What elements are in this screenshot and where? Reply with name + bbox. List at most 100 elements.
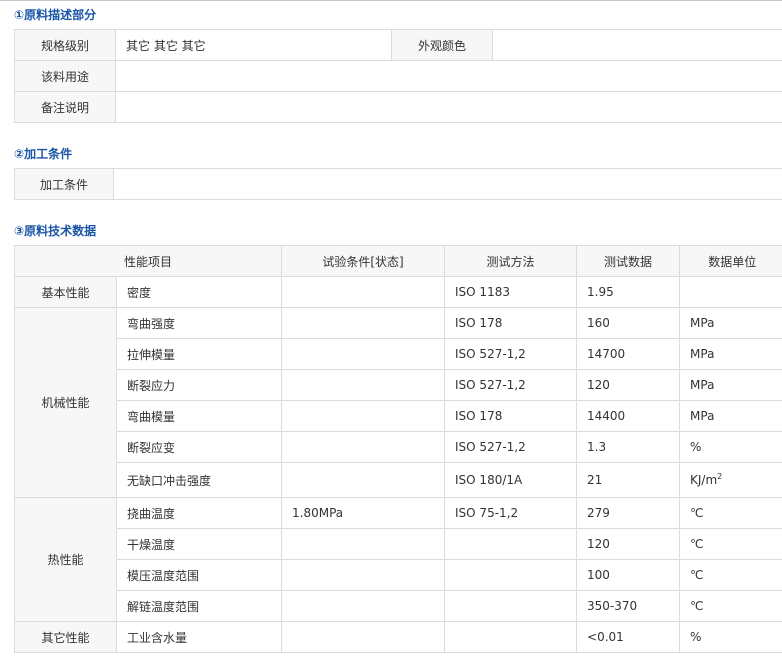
test-condition (281, 590, 446, 622)
property-name: 断裂应变 (115, 431, 283, 463)
data-unit: KJ/m2 (679, 462, 782, 498)
test-value: 1.95 (576, 276, 681, 308)
table-row: 模压温度范围 100 ℃ (15, 559, 782, 591)
data-unit: ℃ (679, 559, 782, 591)
group-name: 机械性能 (14, 307, 117, 498)
test-condition: 1.80MPa (281, 497, 446, 529)
table-row: 无缺口冲击强度 ISO 180/1A 21 KJ/m2 (15, 462, 782, 498)
unit-base: KJ/m (690, 473, 718, 487)
top-divider (0, 0, 782, 1)
property-name: 密度 (115, 276, 283, 308)
property-name: 干燥温度 (115, 528, 283, 560)
description-row-use: 该料用途 (14, 60, 782, 92)
group-name: 基本性能 (14, 276, 117, 308)
section-title-process: ②加工条件 (14, 147, 73, 161)
use-label: 该料用途 (14, 60, 116, 92)
use-value (115, 60, 782, 92)
test-condition (281, 400, 446, 432)
data-unit: MPa (679, 400, 782, 432)
section-title-description: ①原料描述部分 (14, 8, 97, 22)
header-method: 测试方法 (444, 245, 578, 277)
table-row: 基本性能 密度 ISO 1183 1.95 (14, 276, 782, 308)
test-method: ISO 178 (444, 307, 578, 339)
test-condition (281, 559, 446, 591)
test-condition (281, 276, 446, 308)
property-name: 弯曲模量 (115, 400, 283, 432)
data-unit: ℃ (679, 497, 782, 529)
color-value (492, 29, 782, 61)
test-condition (281, 621, 446, 653)
test-method (444, 528, 578, 560)
tech-header-row: 性能项目 试验条件[状态] 测试方法 测试数据 数据单位 (13, 245, 782, 277)
tech-data-body: 基本性能 密度 ISO 1183 1.95 机械性能 弯曲强度 ISO 178 160 MPa 拉… (14, 276, 782, 653)
description-table: 规格级别 其它 其它 其它 外观颜色 该料用途 备注说明 (14, 29, 782, 123)
test-method: ISO 178 (444, 400, 578, 432)
test-method (444, 621, 578, 653)
note-value (115, 91, 782, 123)
property-name: 解链温度范围 (115, 590, 283, 622)
header-data: 测试数据 (576, 245, 681, 277)
test-condition (281, 369, 446, 401)
color-label: 外观颜色 (391, 29, 493, 61)
table-row: 机械性能 弯曲强度 ISO 178 160 MPa (14, 307, 782, 498)
test-condition (281, 462, 446, 498)
test-method: ISO 75-1,2 (444, 497, 578, 529)
data-unit: % (679, 621, 782, 653)
table-row: 解链温度范围 350-370 ℃ (15, 590, 782, 622)
data-unit: MPa (679, 338, 782, 370)
table-row: 弯曲模量 ISO 178 14400 MPa (15, 400, 782, 432)
table-row: 干燥温度 120 ℃ (15, 528, 782, 560)
test-method: ISO 527-1,2 (444, 431, 578, 463)
test-value: 1.3 (576, 431, 681, 463)
test-condition (281, 338, 446, 370)
test-value: 100 (576, 559, 681, 591)
test-value: 14400 (576, 400, 681, 432)
test-value: 14700 (576, 338, 681, 370)
group-name: 其它性能 (14, 621, 117, 653)
table-row: 断裂应变 ISO 527-1,2 1.3% (15, 431, 782, 463)
spec-value: 其它 其它 其它 (115, 29, 392, 61)
property-name: 工业含水量 (115, 621, 283, 653)
test-method (444, 590, 578, 622)
tech-data-table: 性能项目 试验条件[状态] 测试方法 测试数据 数据单位 基本性能 密度 ISO 1… (13, 245, 782, 653)
note-label: 备注说明 (14, 91, 116, 123)
test-value: 120 (576, 528, 681, 560)
process-value (113, 168, 782, 200)
table-row: 拉伸模量 ISO 527-1,2 14700 MPa (15, 338, 782, 370)
test-value: 279 (576, 497, 681, 529)
description-row-spec: 规格级别 其它 其它 其它 外观颜色 (14, 29, 782, 61)
header-property: 性能项目 (13, 245, 283, 277)
test-method: ISO 1183 (444, 276, 578, 308)
test-condition (281, 528, 446, 560)
data-unit: MPa (679, 369, 782, 401)
property-name: 弯曲强度 (115, 307, 283, 339)
header-unit: 数据单位 (679, 245, 782, 277)
property-name: 拉伸模量 (115, 338, 283, 370)
unit-exponent: 2 (717, 472, 723, 481)
test-method: ISO 527-1,2 (444, 338, 578, 370)
test-method (444, 559, 578, 591)
process-table: 加工条件 (14, 168, 782, 200)
test-value: 120 (576, 369, 681, 401)
process-label: 加工条件 (14, 168, 114, 200)
test-value: 21 (576, 462, 681, 498)
test-value: <0.01 (576, 621, 681, 653)
data-unit (679, 276, 782, 308)
test-method: ISO 527-1,2 (444, 369, 578, 401)
table-row: 热性能 挠曲温度 1.80MPa ISO 75-1,2 279 ℃ (14, 497, 782, 622)
section-title-tech-data: ③原料技术数据 (14, 224, 97, 238)
spec-label: 规格级别 (14, 29, 116, 61)
property-name: 无缺口冲击强度 (115, 462, 283, 498)
table-row: 其它性能 工业含水量 <0.01% (14, 621, 782, 653)
property-name: 模压温度范围 (115, 559, 283, 591)
group-name: 热性能 (14, 497, 117, 622)
test-value: 160 (576, 307, 681, 339)
process-row: 加工条件 (14, 168, 782, 200)
test-method: ISO 180/1A (444, 462, 578, 498)
property-name: 断裂应力 (115, 369, 283, 401)
header-condition: 试验条件[状态] (281, 245, 446, 277)
data-unit: MPa (679, 307, 782, 339)
data-unit: ℃ (679, 528, 782, 560)
data-unit: % (679, 431, 782, 463)
table-row: 断裂应力 ISO 527-1,2 120 MPa (15, 369, 782, 401)
